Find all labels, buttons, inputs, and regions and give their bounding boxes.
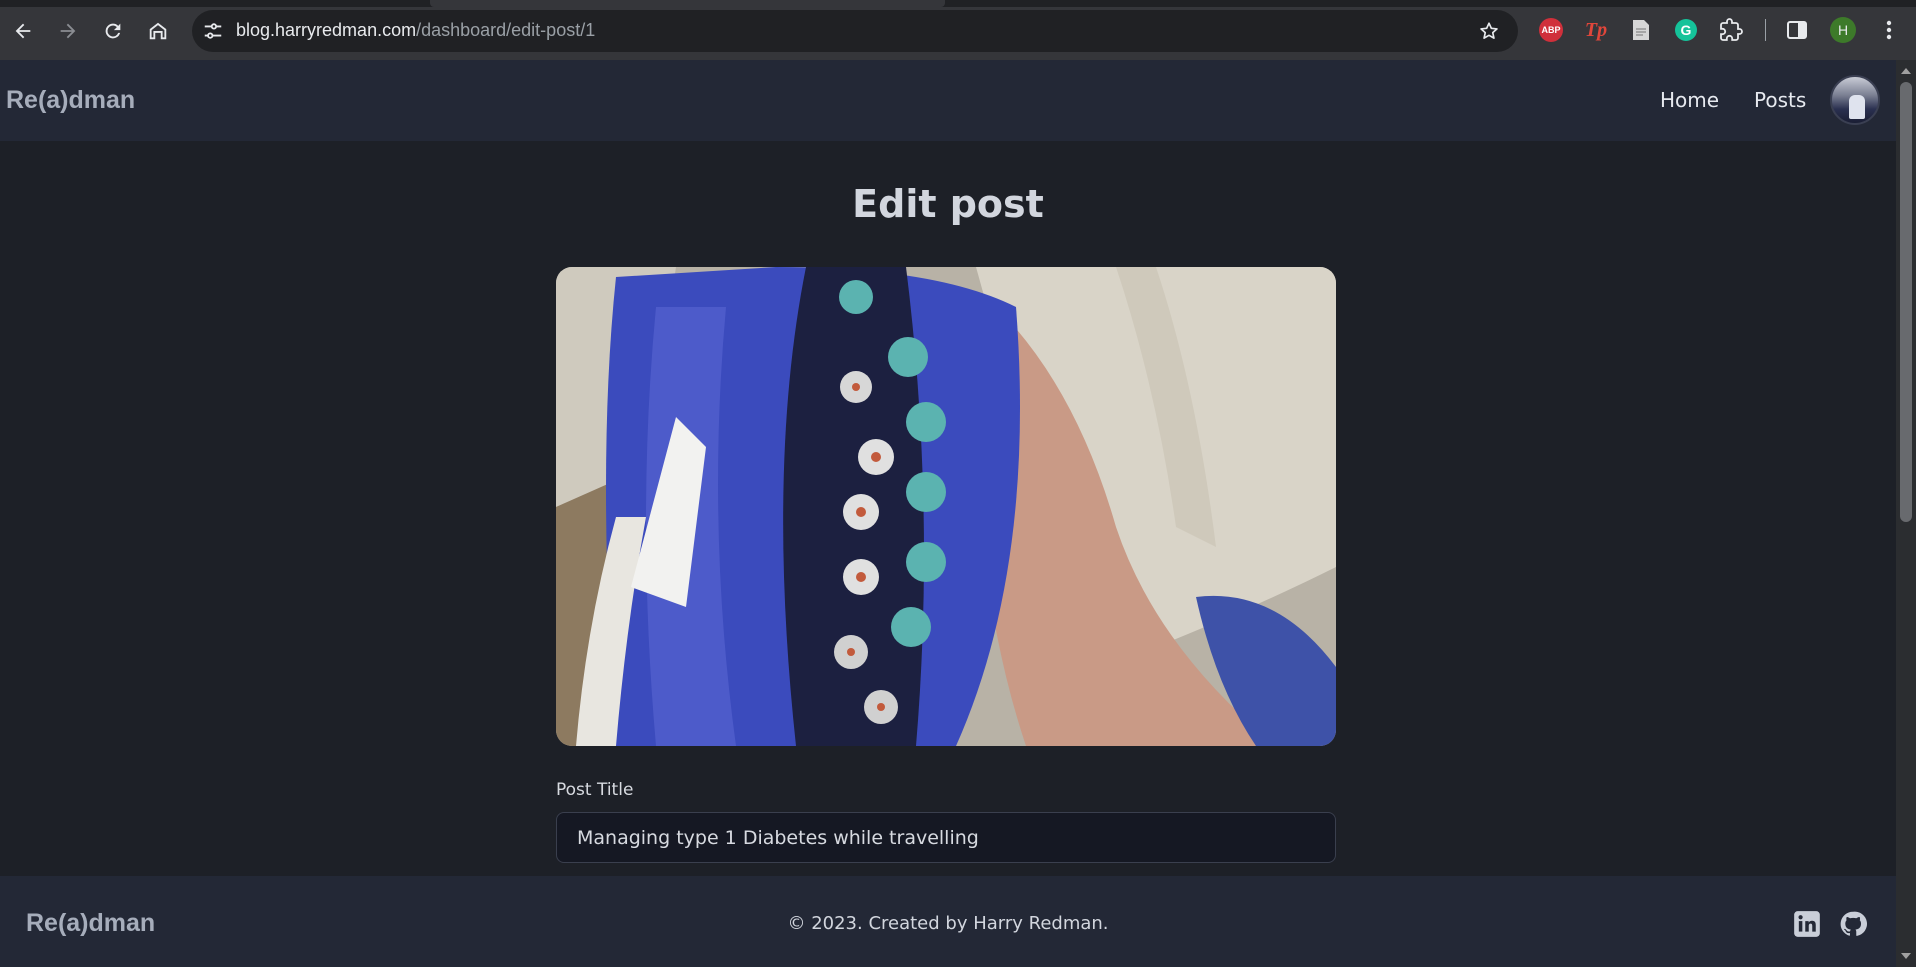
home-icon (149, 22, 167, 40)
forward-arrow-icon (60, 23, 76, 39)
profile-avatar: H (1830, 17, 1856, 43)
grammarly-icon[interactable]: G (1673, 17, 1699, 43)
adblock-plus-icon[interactable]: ABP (1538, 17, 1564, 43)
post-title-label: Post Title (556, 780, 634, 800)
tp-label: Tp (1584, 18, 1608, 41)
reload-icon (105, 23, 121, 39)
page-scrollbar[interactable] (1896, 60, 1916, 967)
url-path: /dashboard/edit-post/1 (416, 20, 596, 40)
nav-home-link[interactable]: Home (1660, 88, 1719, 112)
puzzle-icon (1720, 18, 1743, 41)
site-header: Re(a)dman Home Posts (0, 60, 1896, 141)
page: Re(a)dman Home Posts Edit post Post Titl… (0, 60, 1896, 967)
side-panel-icon (1787, 21, 1807, 39)
address-bar[interactable]: blog.harryredman.com/dashboard/edit-post… (192, 10, 1518, 52)
github-icon[interactable] (1839, 910, 1867, 938)
kebab-menu-icon (1886, 20, 1892, 40)
url-text: blog.harryredman.com/dashboard/edit-post… (236, 20, 595, 41)
scroll-up-arrow-icon[interactable] (1901, 68, 1911, 74)
scroll-down-arrow-icon[interactable] (1901, 953, 1911, 959)
site-brand[interactable]: Re(a)dman (6, 86, 135, 115)
post-title-input[interactable] (556, 812, 1336, 863)
grammarly-badge: G (1675, 19, 1697, 41)
url-domain: blog.harryredman.com (236, 20, 417, 40)
document-extension-icon[interactable] (1628, 17, 1654, 43)
post-cover-image[interactable] (556, 267, 1336, 746)
site-footer: Re(a)dman © 2023. Created by Harry Redma… (0, 876, 1896, 967)
footer-copyright: © 2023. Created by Harry Redman. (787, 913, 1109, 934)
nav-posts-link[interactable]: Posts (1754, 88, 1806, 112)
scrollbar-thumb[interactable] (1900, 82, 1912, 522)
site-settings-icon[interactable] (202, 20, 224, 42)
tp-extension-icon[interactable]: Tp (1583, 17, 1609, 43)
reload-button[interactable] (96, 14, 130, 48)
profile-button[interactable]: H (1830, 17, 1856, 43)
user-avatar[interactable] (1830, 75, 1880, 125)
forward-button[interactable] (51, 14, 85, 48)
back-arrow-icon (15, 23, 31, 39)
page-title: Edit post (852, 182, 1044, 226)
back-button[interactable] (6, 14, 40, 48)
cover-image-graphic (556, 267, 1336, 746)
document-icon (1633, 20, 1649, 40)
avatar-figure (1849, 95, 1865, 119)
abp-badge: ABP (1539, 18, 1563, 42)
home-button[interactable] (141, 14, 175, 48)
browser-menu-button[interactable] (1876, 17, 1902, 43)
side-panel-button[interactable] (1784, 17, 1810, 43)
toolbar-separator (1765, 19, 1766, 41)
bookmark-star-icon[interactable] (1478, 20, 1500, 42)
tab-strip (0, 0, 1916, 7)
browser-toolbar: blog.harryredman.com/dashboard/edit-post… (0, 0, 1916, 60)
linkedin-icon[interactable] (1793, 910, 1821, 938)
puzzle-extensions-icon[interactable] (1718, 17, 1744, 43)
active-tab[interactable] (430, 0, 945, 7)
